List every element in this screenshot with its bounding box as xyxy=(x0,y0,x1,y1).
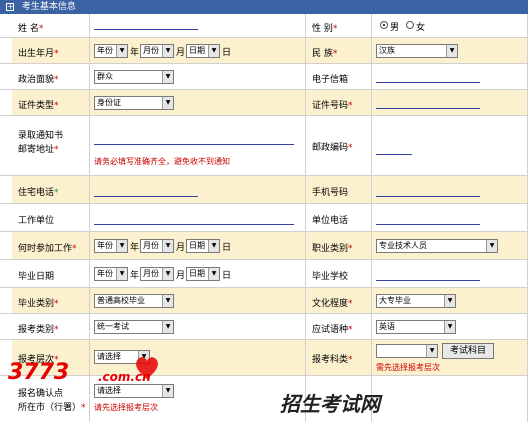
subject-hint: 需先选择报考层次 xyxy=(376,363,440,372)
address-input[interactable] xyxy=(94,144,294,145)
label-exam-level: 报考层次 xyxy=(18,355,55,365)
address-hint: 请务必填写准确齐全，避免收不到通知 xyxy=(94,157,230,166)
work-day-select[interactable]: 日期 ▼ xyxy=(186,239,220,253)
row-grad-type: 毕业类别* 普通高校毕业 ▼ 文化程度* 大专毕业 ▼ xyxy=(0,288,528,314)
section-header[interactable]: + 考生基本信息 xyxy=(0,0,528,14)
id-type-select[interactable]: 身份证 ▼ xyxy=(94,96,174,110)
gender-female-radio[interactable] xyxy=(406,21,414,29)
gender-male-radio[interactable] xyxy=(380,21,388,29)
label-employer: 工作单位 xyxy=(18,216,55,226)
label-education: 文化程度 xyxy=(312,299,349,309)
birth-day-select[interactable]: 日期 ▼ xyxy=(186,44,220,58)
row-name: 姓 名* 性 别* 男 女 xyxy=(0,14,528,38)
employer-input[interactable] xyxy=(94,224,294,225)
year-unit: 年 xyxy=(130,243,140,253)
subject-select[interactable]: ▼ xyxy=(376,344,438,358)
label-birth: 出生年月 xyxy=(18,49,55,59)
exam-subjects-button[interactable]: 考试科目 xyxy=(442,343,494,359)
day-unit: 日 xyxy=(222,271,232,281)
exam-level-select[interactable]: 请选择 ▼ xyxy=(94,350,150,364)
mobile-input[interactable] xyxy=(376,196,480,197)
label-id-number: 证件号码 xyxy=(312,101,349,111)
confirm-select[interactable]: 请选择 ▼ xyxy=(94,384,174,398)
label-city: 所在市（行署） xyxy=(18,403,82,413)
label-postcode: 邮政编码 xyxy=(312,143,349,153)
ethnicity-select[interactable]: 汉族 ▼ xyxy=(376,44,458,58)
label-exam-type: 报考类别 xyxy=(18,325,55,335)
label-grad-type: 毕业类别 xyxy=(18,299,55,309)
language-select[interactable]: 英语 ▼ xyxy=(376,320,456,334)
gender-female-label: 女 xyxy=(416,23,426,33)
label-confirm: 报名确认点 xyxy=(18,389,64,399)
id-number-input[interactable] xyxy=(376,108,480,109)
exam-type-select[interactable]: 统一考试 ▼ xyxy=(94,320,174,334)
political-select[interactable]: 群众 ▼ xyxy=(94,70,174,84)
education-select[interactable]: 大专毕业 ▼ xyxy=(376,294,456,308)
row-grad: 毕业日期 年份 ▼ 年 月份 ▼ 月 日期 ▼ 日 毕业学校 xyxy=(0,260,528,288)
expand-icon[interactable]: + xyxy=(6,2,14,11)
job-category-select[interactable]: 专业技术人员 ▼ xyxy=(376,239,498,253)
name-input[interactable] xyxy=(94,29,198,30)
label-email: 电子信箱 xyxy=(312,75,349,85)
work-year-select[interactable]: 年份 ▼ xyxy=(94,239,128,253)
section-title: 考生基本信息 xyxy=(21,2,76,12)
grad-school-input[interactable] xyxy=(376,280,480,281)
grad-year-select[interactable]: 年份 ▼ xyxy=(94,267,128,281)
label-mobile: 手机号码 xyxy=(312,188,349,198)
grad-type-select[interactable]: 普通高校毕业 ▼ xyxy=(94,294,174,308)
birth-year-select[interactable]: 年份 ▼ xyxy=(94,44,128,58)
row-birth: 出生年月* 年份 ▼ 年 月份 ▼ 月 日期 ▼ 日 民 族* 汉族 ▼ xyxy=(0,38,528,64)
day-unit: 日 xyxy=(222,243,232,253)
month-unit: 月 xyxy=(176,271,186,281)
month-unit: 月 xyxy=(176,243,186,253)
birth-month-select[interactable]: 月份 ▼ xyxy=(140,44,174,58)
work-phone-input[interactable] xyxy=(376,224,480,225)
postcode-input[interactable] xyxy=(376,154,412,155)
label-political: 政治面貌 xyxy=(18,75,55,85)
row-exam-type: 报考类别* 统一考试 ▼ 应试语种* 英语 ▼ xyxy=(0,314,528,340)
row-confirm: 报名确认点 所在市（行署）* 请选择 ▼ 请先选择报考层次 xyxy=(0,376,528,422)
label-home-phone: 住宅电话 xyxy=(18,188,55,198)
label-grad-date: 毕业日期 xyxy=(18,272,55,282)
row-id: 证件类型* 身份证 ▼ 证件号码* xyxy=(0,90,528,116)
watermark-cn: 招生考试网 xyxy=(280,392,380,416)
day-unit: 日 xyxy=(222,48,232,58)
row-political: 政治面貌* 群众 ▼ 电子信箱 xyxy=(0,64,528,90)
grad-month-select[interactable]: 月份 ▼ xyxy=(140,267,174,281)
label-address-l1: 录取通知书 xyxy=(18,131,64,141)
label-grad-school: 毕业学校 xyxy=(312,272,349,282)
city-hint: 请先选择报考层次 xyxy=(94,403,158,412)
label-job-category: 职业类别 xyxy=(312,244,349,254)
label-address-l2: 邮寄地址 xyxy=(18,145,55,155)
label-subject: 报考科类 xyxy=(312,355,349,365)
label-gender: 性 别 xyxy=(312,24,333,34)
year-unit: 年 xyxy=(130,48,140,58)
email-input[interactable] xyxy=(376,82,480,83)
label-ethnicity: 民 族 xyxy=(312,49,333,59)
label-work-phone: 单位电话 xyxy=(312,216,349,226)
home-phone-input[interactable] xyxy=(94,196,198,197)
label-language: 应试语种 xyxy=(312,325,349,335)
grad-day-select[interactable]: 日期 ▼ xyxy=(186,267,220,281)
row-exam-level: 报考层次* 请选择 ▼ 报考科类* ▼ 考试科目 需先选择报考层次 xyxy=(0,340,528,376)
label-work-start: 何时参加工作 xyxy=(18,244,73,254)
month-unit: 月 xyxy=(176,48,186,58)
work-month-select[interactable]: 月份 ▼ xyxy=(140,239,174,253)
gender-male-label: 男 xyxy=(390,23,400,33)
label-id-type: 证件类型 xyxy=(18,101,55,111)
row-phone: 住宅电话* 手机号码 xyxy=(0,176,528,204)
row-employer: 工作单位 单位电话 xyxy=(0,204,528,232)
year-unit: 年 xyxy=(130,271,140,281)
row-work-start: 何时参加工作* 年份 ▼ 年 月份 ▼ 月 日期 ▼ 日 职业类别* 专业技术人员 ▼ xyxy=(0,232,528,260)
label-name: 姓 名 xyxy=(18,24,39,34)
row-address: 录取通知书 邮寄地址* 请务必填写准确齐全，避免收不到通知 邮政编码* xyxy=(0,116,528,176)
form-table: 姓 名* 性 别* 男 女 出生年月* 年份 ▼ 年 月份 ▼ 月 日期 ▼ 日 民 … xyxy=(0,14,528,422)
